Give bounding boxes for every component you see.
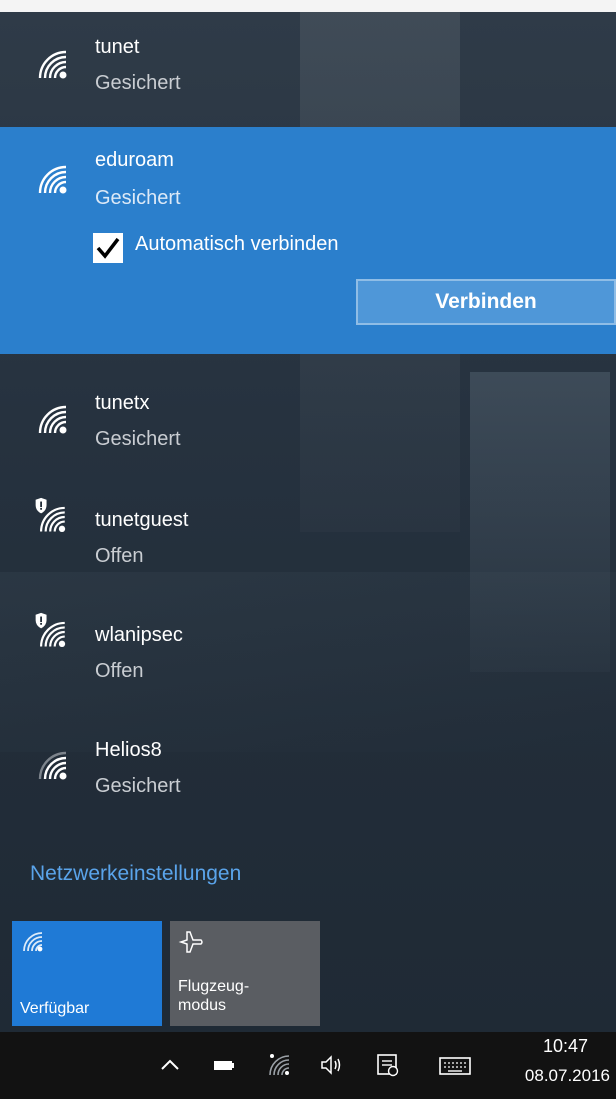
chevron-up-icon[interactable] [156,1052,184,1078]
wifi-secured-icon [38,405,67,434]
network-settings-link[interactable]: Netzwerkeinstellungen [30,862,241,886]
network-status: Offen [95,660,144,682]
network-status: Gesichert [95,72,181,94]
wifi-open-warning-icon [35,497,66,532]
network-name: tunetx [95,392,150,414]
wifi-secured-icon [38,50,67,79]
network-status: Gesichert [95,187,181,209]
network-status: Offen [95,545,144,567]
volume-icon[interactable] [318,1052,346,1078]
network-name: Helios8 [95,739,162,761]
network-item-helios8[interactable]: Helios8 Gesichert [0,699,616,814]
checkmark-icon [96,237,120,259]
network-item-eduroam[interactable]: eduroam Gesichert Automatisch verbinden … [0,127,616,354]
top-strip [0,0,616,12]
network-status: Gesichert [95,428,181,450]
wifi-icon[interactable] [266,1052,294,1078]
taskbar: 10:47 08.07.2016 [0,1032,616,1099]
clock-time[interactable]: 10:47 [543,1036,588,1057]
auto-connect-label: Automatisch verbinden [135,233,339,255]
connect-button[interactable]: Verbinden [356,279,616,325]
wifi-open-warning-icon [35,612,66,647]
keyboard-icon[interactable] [438,1052,472,1078]
network-item-tunetguest[interactable]: tunetguest Offen [0,469,616,584]
action-center-icon[interactable] [374,1052,402,1078]
network-name: eduroam [95,149,174,171]
wifi-secured-icon [38,165,67,194]
auto-connect-checkbox[interactable] [93,233,123,263]
wifi-icon [23,932,43,952]
network-name: wlanipsec [95,624,183,646]
network-item-tunetx[interactable]: tunetx Gesichert [0,354,616,469]
wifi-toggle-tile[interactable]: Verfügbar [12,921,162,1026]
network-name: tunet [95,36,140,58]
clock-date[interactable]: 08.07.2016 [525,1066,610,1086]
airplane-tile-label: Flugzeug- modus [178,978,250,1014]
airplane-icon [178,931,203,953]
network-item-tunet[interactable]: tunet Gesichert [0,12,616,127]
network-item-wlanipsec[interactable]: wlanipsec Offen [0,584,616,699]
network-name: tunetguest [95,509,189,531]
wifi-secured-icon [38,751,67,780]
wifi-tile-label: Verfügbar [20,1000,90,1017]
network-status: Gesichert [95,775,181,797]
network-flyout: tunet Gesichert eduroam Gesichert Automa… [0,12,616,1032]
battery-icon[interactable] [210,1052,238,1078]
airplane-mode-tile[interactable]: Flugzeug- modus [170,921,320,1026]
